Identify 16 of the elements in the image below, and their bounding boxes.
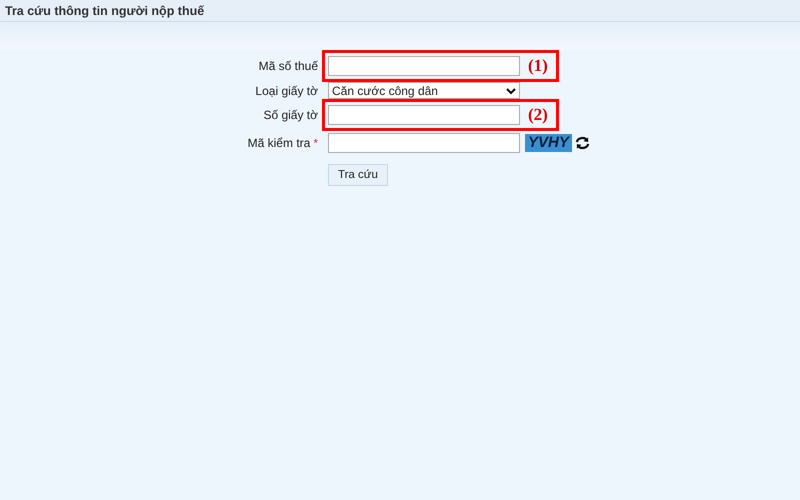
field-label: Loại giấy tờ (255, 84, 318, 98)
field-label: Mã kiểm tra (248, 136, 310, 150)
required-mark: * (313, 136, 318, 150)
page-title: Tra cứu thông tin người nộp thuế (5, 4, 204, 18)
field-label: Số giấy tờ (263, 108, 318, 122)
chevron-icon (506, 86, 516, 94)
input-field[interactable] (328, 105, 520, 125)
captcha-image: YVHY (525, 134, 572, 152)
input-field[interactable] (328, 133, 520, 153)
dropdown[interactable]: Căn cước công dân (328, 82, 520, 99)
search-button[interactable]: Tra cứu (328, 164, 388, 186)
callout-number: (1) (528, 56, 548, 76)
refresh-icon[interactable] (574, 136, 590, 150)
input-field[interactable] (328, 56, 520, 76)
callout-number: (2) (528, 105, 548, 125)
field-label: Mã số thuế (258, 59, 318, 73)
